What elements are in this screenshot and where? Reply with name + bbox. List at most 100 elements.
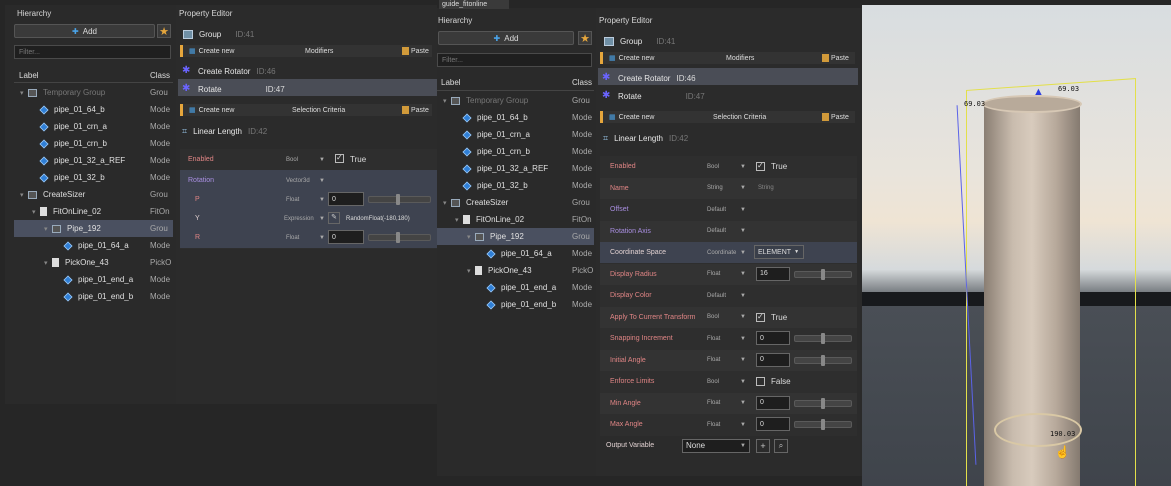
prop-number-input[interactable]: 0 (756, 395, 790, 410)
enabled-checkbox[interactable] (335, 153, 344, 163)
table-row[interactable]: pipe_01_end_a Mode (14, 271, 173, 288)
table-row[interactable]: pipe_01_64_a Mode (437, 245, 594, 262)
left-pe-linear-length[interactable]: ⌗ Linear Length ID:42 (182, 126, 267, 137)
create-new-button[interactable]: Create new (199, 48, 235, 55)
table-row[interactable]: pipe_01_end_b Mode (437, 296, 594, 313)
paste-button[interactable]: Paste (402, 106, 429, 114)
middle-filter-input[interactable]: Filter... (437, 53, 592, 67)
prop-number-input[interactable]: 0 (756, 352, 790, 367)
left-pe-group[interactable]: Group ID:41 (183, 30, 254, 39)
table-row[interactable]: pipe_01_32_a_REF Mode (437, 160, 594, 177)
table-row[interactable]: pipe_01_crn_a Mode (14, 118, 173, 135)
prop-type[interactable]: Float (707, 357, 720, 363)
prop-slider[interactable] (794, 333, 852, 344)
prop-type[interactable]: Default (707, 207, 726, 213)
prop-type[interactable]: Float (707, 422, 720, 428)
left-pe-rotate[interactable]: ✱ Rotate ID:47 (182, 84, 285, 94)
prop-checkbox[interactable] (756, 161, 765, 171)
dropdown-caret-icon[interactable]: ▼ (740, 379, 746, 385)
right-pe-create-rotator[interactable]: ✱ Create Rotator ID:46 (602, 73, 696, 83)
dropdown-caret-icon[interactable]: ▼ (740, 422, 746, 428)
paste-button[interactable]: Paste (402, 47, 429, 55)
right-pe-group[interactable]: Group ID:41 (604, 37, 675, 46)
prop-slider[interactable] (794, 397, 852, 409)
dropdown-caret-icon[interactable]: ▼ (740, 400, 746, 406)
expand-toggle-icon[interactable]: ▾ (443, 97, 451, 105)
dropdown-caret-icon[interactable]: ▼ (319, 157, 325, 163)
p-slider[interactable] (368, 194, 431, 205)
prop-slider[interactable] (794, 354, 852, 366)
expand-toggle-icon[interactable]: ▾ (44, 259, 52, 267)
prop-number-input[interactable]: 0 (756, 417, 790, 431)
dropdown-caret-icon[interactable]: ▼ (740, 271, 746, 277)
create-new-button[interactable]: Create new (619, 55, 655, 62)
prop-checkbox[interactable] (756, 377, 765, 386)
middle-tab[interactable]: guide_fitonline (439, 0, 509, 9)
prop-type[interactable]: Coordinate (707, 250, 736, 256)
y-expression-value[interactable]: RandomFloat(-180,180) (346, 216, 410, 222)
dropdown-caret-icon[interactable]: ▼ (740, 228, 746, 234)
dropdown-caret-icon[interactable]: ▼ (740, 293, 746, 299)
middle-col-label[interactable]: Label (441, 78, 461, 87)
expand-toggle-icon[interactable]: ▾ (44, 225, 52, 233)
create-new-button[interactable]: Create new (199, 107, 235, 114)
expand-toggle-icon[interactable]: ▾ (32, 208, 40, 216)
table-row[interactable]: pipe_01_crn_b Mode (14, 135, 173, 152)
table-row[interactable]: ▾ PickOne_43 PickO (14, 254, 173, 271)
dropdown-caret-icon[interactable]: ▼ (740, 357, 746, 363)
r-value-input[interactable]: 0 (328, 230, 364, 244)
left-pe-create-rotator[interactable]: ✱ Create Rotator ID:46 (182, 66, 276, 76)
dropdown-caret-icon[interactable]: ▼ (319, 235, 325, 241)
middle-favorites-star-icon[interactable]: ★ (578, 31, 592, 45)
prop-type[interactable]: Default (707, 228, 726, 234)
viewport-3d[interactable]: ▲ 69.03 69.03 190.03 ☝ (862, 5, 1171, 486)
left-filter-input[interactable]: Filter... (14, 45, 171, 59)
up-arrow-icon[interactable]: ▲ (1033, 87, 1044, 101)
right-pe-linear-length[interactable]: ⌗ Linear Length ID:42 (603, 133, 688, 144)
add-variable-button[interactable]: + (756, 439, 770, 453)
expand-toggle-icon[interactable]: ▾ (467, 267, 475, 275)
output-variable-select[interactable]: None ▼ (682, 439, 750, 453)
table-row[interactable]: ▾ CreateSizer Grou (14, 186, 173, 203)
dropdown-caret-icon[interactable]: ▼ (740, 314, 746, 320)
prop-type[interactable]: Bool (707, 164, 719, 170)
table-row[interactable]: ▾ Pipe_192 Grou (437, 228, 594, 245)
prop-number-input[interactable]: 16 (756, 266, 790, 281)
dropdown-caret-icon[interactable]: ▼ (740, 250, 746, 256)
prop-slider[interactable] (794, 268, 852, 280)
table-row[interactable]: pipe_01_end_b Mode (14, 288, 173, 305)
expand-toggle-icon[interactable]: ▾ (467, 233, 475, 241)
table-row[interactable]: ▾ FitOnLine_02 FitOn (14, 203, 173, 220)
prop-type[interactable]: Float (707, 336, 720, 342)
prop-number-input[interactable]: 0 (756, 331, 790, 345)
table-row[interactable]: ▾ FitOnLine_02 FitOn (437, 211, 594, 228)
prop-type[interactable]: Bool (707, 314, 719, 320)
left-favorites-star-icon[interactable]: ★ (157, 24, 171, 38)
table-row[interactable]: ▾ Temporary Group Grou (14, 84, 173, 101)
p-value-input[interactable]: 0 (328, 192, 364, 206)
paste-button[interactable]: Paste (822, 54, 849, 62)
right-pe-rotate[interactable]: ✱ Rotate ID:47 (602, 91, 705, 101)
drag-handle[interactable] (180, 45, 183, 57)
left-add-button[interactable]: ✚ Add (14, 24, 155, 38)
prop-type[interactable]: String (707, 185, 723, 191)
middle-add-button[interactable]: ✚ Add (438, 31, 574, 45)
dropdown-caret-icon[interactable]: ▼ (319, 197, 325, 203)
dropdown-caret-icon[interactable]: ▼ (740, 336, 746, 342)
drag-handle[interactable] (600, 111, 603, 123)
prop-type[interactable]: Bool (707, 379, 719, 385)
prop-slider[interactable] (794, 419, 852, 430)
dropdown-caret-icon[interactable]: ▼ (740, 207, 746, 213)
drag-handle[interactable] (180, 104, 183, 116)
dropdown-caret-icon[interactable]: ▼ (740, 185, 746, 191)
dropdown-caret-icon[interactable]: ▼ (740, 164, 746, 170)
search-icon[interactable]: ⌕ (774, 439, 788, 453)
paste-button[interactable]: Paste (822, 113, 849, 121)
table-row[interactable]: pipe_01_crn_a Mode (437, 126, 594, 143)
expand-toggle-icon[interactable]: ▾ (443, 199, 451, 207)
dropdown-caret-icon[interactable]: ▼ (319, 216, 325, 222)
table-row[interactable]: pipe_01_32_b Mode (14, 169, 173, 186)
coordinate-space-select[interactable]: ELEMENT ▼ (754, 245, 804, 259)
prop-type[interactable]: Float (707, 400, 720, 406)
table-row[interactable]: ▾ PickOne_43 PickO (437, 262, 594, 279)
